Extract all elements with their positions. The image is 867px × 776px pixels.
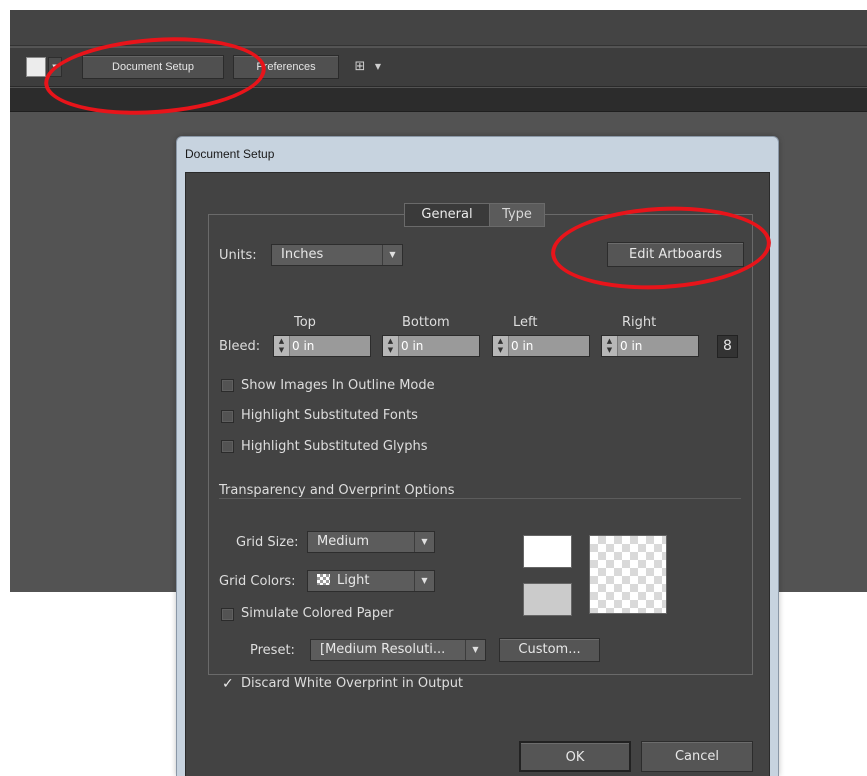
stepper-arrows-icon[interactable]: ▲ ▼ [274,336,290,356]
document-setup-dialog: Document Setup General Type Units: Inche… [176,136,779,776]
tab-type[interactable]: Type [489,203,545,227]
bleed-bottom-label: Bottom [402,315,450,330]
edit-artboards-button[interactable]: Edit Artboards [607,242,744,267]
bleed-bottom-stepper[interactable]: ▲ ▼ [382,335,480,357]
checker-swatch-icon [317,574,330,585]
cancel-button[interactable]: Cancel [641,741,753,772]
section-divider [219,498,741,499]
show-images-outline-label: Show Images In Outline Mode [241,378,435,393]
units-label: Units: [219,248,257,263]
grid-size-label: Grid Size: [236,535,299,550]
bleed-label: Bleed: [219,339,261,354]
chevron-down-icon: ▼ [465,640,485,660]
link-icon[interactable]: 8 [717,335,738,358]
grid-color-swatch-white[interactable] [523,535,572,568]
document-tab-strip [10,88,867,112]
transparency-grid-preview [589,535,667,614]
stepper-arrows-icon[interactable]: ▲ ▼ [602,336,618,356]
arrange-documents-icon[interactable]: ⊞ [350,58,370,76]
bleed-bottom-input[interactable] [401,337,477,355]
chevron-down-icon[interactable]: ▼ [372,58,384,76]
grid-colors-dropdown[interactable]: Light ▼ [307,570,435,592]
highlight-fonts-label: Highlight Substituted Fonts [241,408,418,423]
bleed-left-input[interactable] [511,337,587,355]
stepper-arrows-icon[interactable]: ▲ ▼ [383,336,399,356]
bleed-top-input[interactable] [292,337,368,355]
custom-button[interactable]: Custom... [499,638,600,662]
app-menu-strip [10,10,867,46]
grid-size-dropdown[interactable]: Medium ▼ [307,531,435,553]
bleed-right-input[interactable] [620,337,696,355]
highlight-fonts-checkbox[interactable] [221,410,234,423]
preset-label: Preset: [250,643,295,658]
chevron-down-icon: ▼ [382,245,402,265]
dialog-body: General Type Units: Inches ▼ Edit Artboa… [185,172,770,776]
grid-colors-label: Grid Colors: [219,574,296,589]
dialog-title: Document Setup [185,147,275,161]
tab-general[interactable]: General [404,203,489,227]
grid-colors-value: Light [337,573,370,588]
chevron-down-icon: ▼ [414,532,434,552]
discard-white-label: Discard White Overprint in Output [241,676,464,691]
bleed-right-stepper[interactable]: ▲ ▼ [601,335,699,357]
document-setup-button[interactable]: Document Setup [82,55,224,79]
chevron-down-icon: ▼ [414,571,434,591]
bleed-left-stepper[interactable]: ▲ ▼ [492,335,590,357]
preset-value: [Medium Resoluti... [320,642,446,657]
highlight-glyphs-label: Highlight Substituted Glyphs [241,439,428,454]
simulate-paper-label: Simulate Colored Paper [241,606,394,621]
preset-dropdown[interactable]: [Medium Resoluti... ▼ [310,639,486,661]
simulate-paper-checkbox[interactable] [221,608,234,621]
chevron-down-icon[interactable]: ▼ [48,57,62,77]
preferences-button[interactable]: Preferences [233,55,339,79]
bleed-left-label: Left [513,315,538,330]
stepper-arrows-icon[interactable]: ▲ ▼ [493,336,509,356]
grid-color-swatch-gray[interactable] [523,583,572,616]
discard-white-checkbox[interactable]: ✓ [221,677,234,691]
transparency-section-label: Transparency and Overprint Options [219,483,455,498]
show-images-outline-checkbox[interactable] [221,379,234,392]
bleed-right-label: Right [622,315,657,330]
ok-button[interactable]: OK [519,741,631,772]
highlight-glyphs-checkbox[interactable] [221,440,234,453]
fill-swatch[interactable] [26,57,46,77]
bleed-top-stepper[interactable]: ▲ ▼ [273,335,371,357]
units-dropdown[interactable]: Inches ▼ [271,244,403,266]
bleed-top-label: Top [294,315,316,330]
